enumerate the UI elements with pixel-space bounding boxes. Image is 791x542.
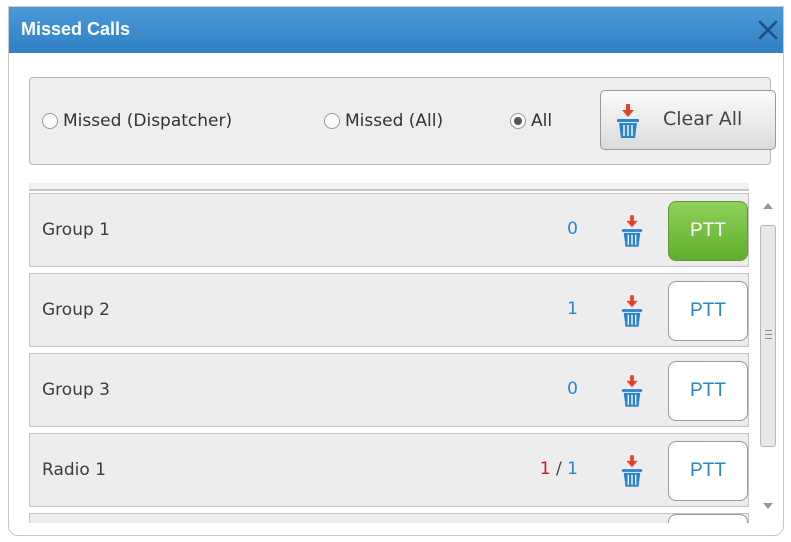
row-name: Group 3 — [42, 380, 110, 400]
list-partial-row — [29, 183, 749, 191]
radio-missed-all[interactable]: Missed (All) — [324, 108, 443, 134]
filter-panel: Missed (Dispatcher) Missed (All) All Cle… — [29, 77, 776, 165]
trash-icon[interactable] — [620, 292, 644, 330]
scroll-thumb[interactable] — [760, 225, 776, 447]
scroll-up-arrow-icon[interactable] — [763, 203, 773, 209]
missed-count: 1 — [567, 299, 578, 319]
scroll-down-arrow-icon[interactable] — [763, 503, 773, 509]
radio-all[interactable]: All — [510, 108, 552, 134]
trash-icon[interactable] — [620, 372, 644, 410]
close-icon — [758, 20, 778, 40]
ptt-button[interactable]: PTT — [668, 361, 748, 421]
list-item: Group 3 0 PTT — [29, 353, 749, 427]
row-name: Radio 1 — [42, 460, 106, 480]
list-item-partial — [29, 513, 749, 523]
grip-line — [765, 338, 772, 339]
scrollbar[interactable] — [758, 193, 780, 519]
radio-label: Missed (All) — [345, 111, 444, 131]
row-name: Group 1 — [42, 220, 110, 240]
total-count: 1 — [567, 459, 578, 479]
missed-calls-window: Missed Calls Missed (Dispatcher) Missed … — [8, 6, 784, 536]
missed-calls-list: Group 1 0 PTT Group 2 1 PTT Group 3 0 PT… — [29, 183, 749, 523]
clear-all-button[interactable]: Clear All — [600, 90, 776, 150]
window-title: Missed Calls — [21, 19, 131, 39]
close-button[interactable] — [753, 15, 783, 45]
radio-circle — [324, 113, 340, 129]
radio-missed-dispatcher[interactable]: Missed (Dispatcher) — [42, 108, 232, 134]
ptt-button-partial — [668, 514, 748, 523]
radio-label: Missed (Dispatcher) — [63, 111, 233, 131]
radio-label: All — [531, 111, 553, 131]
ptt-button[interactable]: PTT — [668, 441, 748, 501]
title-bar: Missed Calls — [9, 7, 783, 53]
grip-line — [765, 334, 772, 335]
ptt-button[interactable]: PTT — [668, 201, 748, 261]
trash-icon — [615, 103, 641, 143]
radio-circle — [42, 113, 58, 129]
missed-count: 0 — [567, 219, 578, 239]
radio-circle-checked — [510, 113, 526, 129]
list-item: Group 2 1 PTT — [29, 273, 749, 347]
row-name: Group 2 — [42, 300, 110, 320]
list-item: Radio 1 1 / 1 PTT — [29, 433, 749, 507]
trash-icon[interactable] — [620, 452, 644, 490]
clear-all-label: Clear All — [663, 108, 743, 130]
ptt-button[interactable]: PTT — [668, 281, 748, 341]
list-item: Group 1 0 PTT — [29, 193, 749, 267]
grip-line — [765, 330, 772, 331]
missed-count: 1 / 1 — [540, 459, 578, 479]
count-separator: / — [556, 459, 562, 479]
missed-count: 0 — [567, 379, 578, 399]
trash-icon[interactable] — [620, 212, 644, 250]
missed-count-red: 1 — [539, 459, 551, 479]
